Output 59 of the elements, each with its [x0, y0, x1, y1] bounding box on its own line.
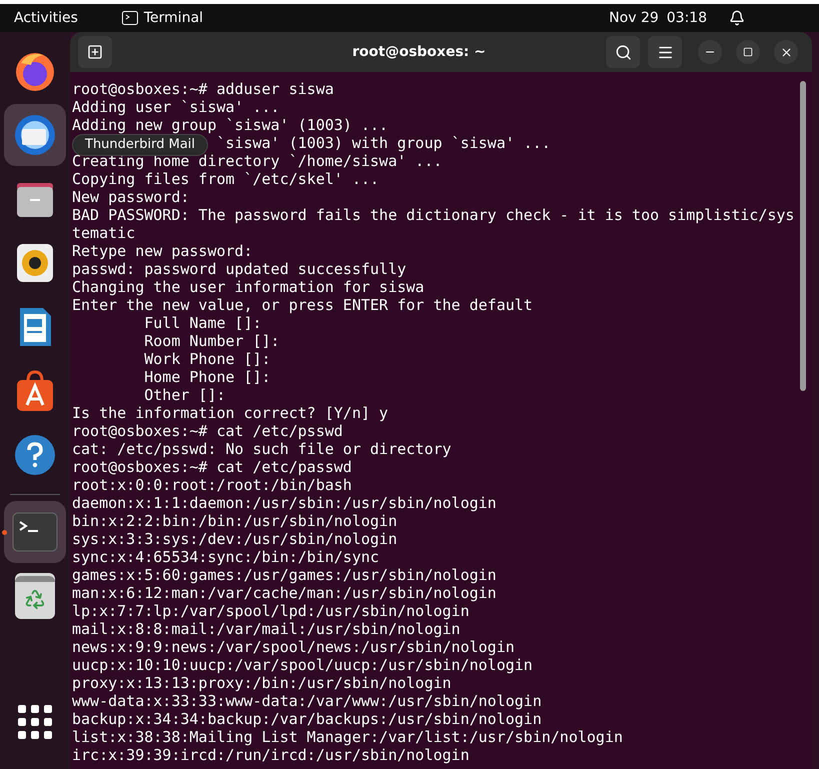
terminal-line: games:x:5:60:games:/usr/games:/usr/sbin/nologin: [72, 566, 496, 584]
terminal-line: root@osboxes:~# cat /etc/psswd: [72, 422, 343, 440]
terminal-line: bin:x:2:2:bin:/bin:/usr/sbin/nologin: [72, 512, 398, 530]
terminal-line: Room Number []:: [143, 332, 280, 350]
app-grid-icon: [18, 705, 52, 739]
terminal-icon: [12, 512, 58, 552]
terminal-line: list:x:38:38:Mailing List Manager:/var/list:/usr/sbin/nologin: [72, 728, 623, 746]
app-menu[interactable]: Terminal: [144, 8, 204, 28]
dock-item[interactable]: [4, 104, 66, 166]
new-tab-icon: [87, 44, 103, 60]
terminal-line: daemon:x:1:1:daemon:/usr/sbin:/usr/sbin/nologin: [72, 494, 496, 512]
terminal-line: Other []:: [143, 386, 226, 404]
terminal-line: sys:x:3:3:sys:/dev:/usr/sbin/nologin: [72, 530, 398, 548]
help-icon: [13, 433, 57, 477]
activities-button[interactable]: Activities: [14, 8, 78, 28]
notification-icon[interactable]: [729, 10, 745, 26]
search-button[interactable]: [606, 36, 640, 68]
terminal-line: sync:x:4:65534:sync:/bin:/bin/sync: [72, 548, 380, 566]
terminal-line: Changing the user information for siswa: [72, 278, 424, 296]
terminal-line: Copying files from `/etc/skel' ...: [72, 170, 380, 188]
terminal-line: `siswa' (1003) with group `siswa' ...: [216, 134, 551, 152]
terminal-line: Is the information correct? [Y/n] y: [72, 404, 388, 422]
terminal-line: Enter the new value, or press ENTER for the default: [72, 296, 533, 314]
scrollbar-thumb[interactable]: [800, 81, 806, 391]
window-title: root@osboxes: ~: [351, 42, 487, 62]
terminal-line: backup:x:34:34:backup:/var/backups:/usr/sbin/nologin: [72, 710, 542, 728]
terminal-line: New password:: [72, 188, 190, 206]
terminal-line: proxy:x:13:13:proxy:/bin:/usr/sbin/nologin: [72, 674, 452, 692]
terminal-line: Work Phone []:: [143, 350, 271, 368]
maximize-icon: [743, 47, 753, 57]
terminal-line: news:x:9:9:news:/var/spool/news:/usr/sbin/nologin: [72, 638, 515, 656]
terminal-line: root@osboxes:~# cat /etc/passwd: [72, 458, 352, 476]
terminal-line: Adding user `siswa' ...: [72, 98, 280, 116]
terminal-line: Adding new group `siswa' (1003) ...: [72, 116, 388, 134]
terminal-line: BAD PASSWORD: The password fails the dictionary check - it is too simplistic/sys: [72, 206, 794, 224]
terminal-line: lp:x:7:7:lp:/var/spool/lpd:/usr/sbin/nologin: [72, 602, 470, 620]
terminal-line: Home Phone []:: [143, 368, 271, 386]
terminal-icon: [122, 11, 138, 25]
trash-icon: [15, 573, 55, 619]
terminal-line: Retype new password:: [72, 242, 253, 260]
terminal-line: root@osboxes:~# adduser siswa: [72, 80, 334, 98]
terminal-line: root:x:0:0:root:/root:/bin/bash: [72, 476, 352, 494]
new-tab-button[interactable]: [78, 36, 112, 68]
close-icon: [780, 46, 792, 58]
tooltip: Thunderbird Mail: [72, 134, 208, 156]
maximize-button[interactable]: [736, 40, 760, 64]
terminal-line: Full Name []:: [143, 314, 262, 332]
terminal-line: passwd: password updated successfully: [72, 260, 406, 278]
clock[interactable]: Nov 29 03:18: [609, 8, 707, 28]
terminal-line: tematic: [72, 224, 136, 242]
terminal-line: irc:x:39:39:ircd:/run/ircd:/usr/sbin/nologin: [72, 746, 470, 764]
terminal-line: www-data:x:33:33:www-data:/var/www:/usr/sbin/nologin: [72, 692, 542, 710]
search-icon: [614, 44, 632, 60]
close-button[interactable]: [774, 40, 798, 64]
terminal-line: mail:x:8:8:mail:/var/mail:/usr/sbin/nologin: [72, 620, 460, 638]
terminal-line: cat: /etc/psswd: No such file or directory: [72, 440, 452, 458]
terminal-line: uucp:x:10:10:uucp:/var/spool/uucp:/usr/sbin/nologin: [72, 656, 533, 674]
terminal-line: man:x:6:12:man:/var/cache/man:/usr/sbin/nologin: [72, 584, 496, 602]
menu-button[interactable]: [648, 36, 682, 68]
